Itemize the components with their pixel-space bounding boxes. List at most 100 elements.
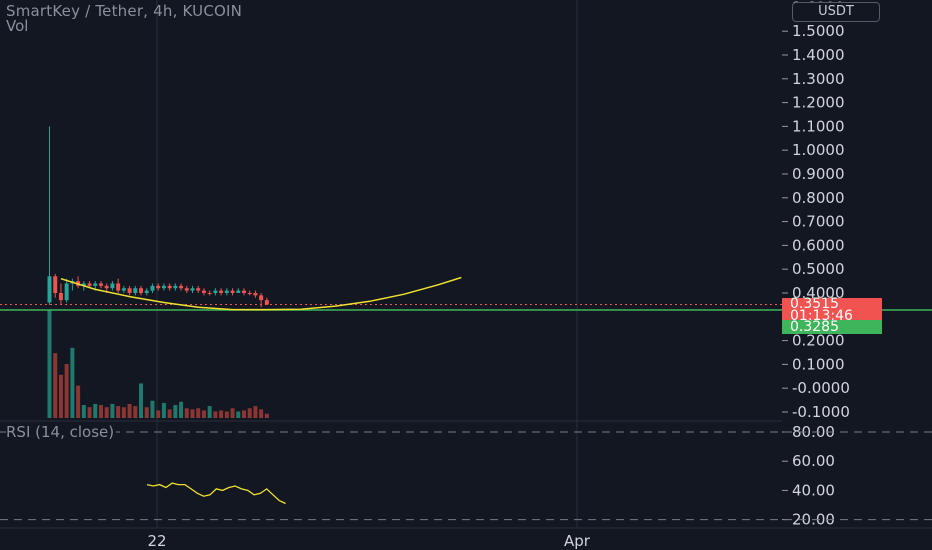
price-tick-label: 1.1000 xyxy=(792,117,845,135)
volume-bar xyxy=(184,408,189,418)
horizontal-line-price-badge: 0.3285 xyxy=(782,320,882,334)
volume-bar xyxy=(196,408,201,418)
volume-bar xyxy=(219,410,224,418)
volume-bar xyxy=(53,353,58,418)
candle-body xyxy=(264,300,269,305)
candle-body xyxy=(156,285,161,289)
volume-bar xyxy=(70,347,75,418)
volume-bar xyxy=(236,411,241,418)
candle-body xyxy=(207,292,212,294)
volume-bar xyxy=(190,409,195,418)
price-axis[interactable]: 1.5000 1.4000 1.3000 1.2000 1.1000 1.0000 0.90… xyxy=(782,0,850,421)
candle-body xyxy=(184,288,189,291)
volume-bar xyxy=(144,407,149,418)
trading-chart[interactable]: 1.5000 1.4000 1.3000 1.2000 1.1000 1.0000 0.90… xyxy=(0,0,932,550)
candle-body xyxy=(179,285,184,289)
volume-bar xyxy=(76,385,81,418)
volume-bar xyxy=(241,410,246,418)
candle-body xyxy=(127,288,132,293)
volume-bar xyxy=(150,400,155,418)
candle-body xyxy=(173,285,178,289)
rsi-pane xyxy=(146,482,286,505)
candle-body xyxy=(150,285,155,291)
candle-body xyxy=(213,290,218,293)
candle-body xyxy=(241,290,246,293)
volume-bar xyxy=(47,310,52,418)
price-tick-label: 1.0000 xyxy=(792,141,845,159)
price-tick-label: -0.1000 xyxy=(792,403,850,421)
time-label: 22 xyxy=(147,532,166,550)
currency-unit-button[interactable]: USDT xyxy=(792,2,880,22)
candle-body xyxy=(133,288,138,293)
price-tick-label: 0.5000 xyxy=(792,260,845,278)
volume-bar xyxy=(179,401,184,418)
price-tick-label: 1.5000 xyxy=(792,22,845,40)
volume-bar xyxy=(81,405,86,418)
volume-bar xyxy=(167,409,172,418)
volume-bar xyxy=(139,383,144,418)
volume-bar xyxy=(110,403,115,418)
volume-bar xyxy=(104,407,109,418)
price-tick-label: 1.2000 xyxy=(792,94,845,112)
candle-body xyxy=(116,283,121,291)
rsi-indicator-label[interactable]: RSI (14, close) xyxy=(6,423,117,441)
price-tick-label: 1.3000 xyxy=(792,70,845,88)
volume-bar xyxy=(253,406,258,418)
price-tick-label: 0.7000 xyxy=(792,213,845,231)
candle-body xyxy=(161,285,166,289)
candle-body xyxy=(53,276,58,293)
volume-bar xyxy=(87,407,92,418)
time-label: Apr xyxy=(564,532,591,550)
candle-body xyxy=(64,283,69,301)
volume-bar xyxy=(207,406,212,418)
rsi-line xyxy=(146,482,286,505)
candle-body xyxy=(47,276,52,303)
volume-bar xyxy=(58,374,63,418)
volume-bar xyxy=(173,405,178,418)
price-tick-label: 0.9000 xyxy=(792,165,845,183)
price-tick-label: 0.1000 xyxy=(792,355,845,373)
volume-bar xyxy=(230,408,235,418)
candle-body xyxy=(139,288,144,293)
candle-body xyxy=(144,290,149,293)
volume-bar xyxy=(201,410,206,418)
candle-body xyxy=(224,290,229,293)
candle-body xyxy=(58,292,63,301)
rsi-tick-label: 40.00 xyxy=(792,481,835,499)
volume-bars xyxy=(47,310,269,418)
candle-body xyxy=(247,292,252,294)
volume-bar xyxy=(161,402,166,418)
candle-body xyxy=(201,290,206,293)
candle-body xyxy=(236,290,241,293)
candle-body xyxy=(253,292,258,296)
volume-bar xyxy=(259,409,264,418)
volume-indicator-label[interactable]: Vol xyxy=(6,17,28,35)
volume-bar xyxy=(264,413,269,418)
candle-body xyxy=(93,283,98,286)
price-tick-label: -0.0000 xyxy=(792,379,850,397)
candle-body xyxy=(167,285,172,289)
candle-body xyxy=(104,285,109,289)
candle-body xyxy=(110,283,115,289)
rsi-tick-label: 60.00 xyxy=(792,452,835,470)
candle-body xyxy=(230,290,235,293)
volume-bar xyxy=(224,411,229,418)
candle-body xyxy=(259,295,264,301)
time-axis[interactable]: 22 Apr xyxy=(147,532,590,550)
volume-bar xyxy=(247,408,252,418)
candlestick-series xyxy=(47,126,269,308)
volume-bar xyxy=(64,364,69,418)
price-tick-label: 1.4000 xyxy=(792,46,845,64)
volume-bar xyxy=(93,403,98,418)
rsi-axis[interactable]: 80.0060.0040.0020.00 xyxy=(0,423,932,529)
candle-body xyxy=(98,283,103,286)
price-tick-label: 0.6000 xyxy=(792,236,845,254)
candle-body xyxy=(190,288,195,291)
candle-body xyxy=(196,288,201,291)
candle-body xyxy=(219,290,224,293)
volume-bar xyxy=(121,407,126,418)
symbol-title[interactable]: SmartKey / Tether, 4h, KUCOIN xyxy=(6,2,242,20)
volume-bar xyxy=(98,405,103,418)
candle-body xyxy=(121,288,126,291)
volume-bar xyxy=(156,410,161,418)
